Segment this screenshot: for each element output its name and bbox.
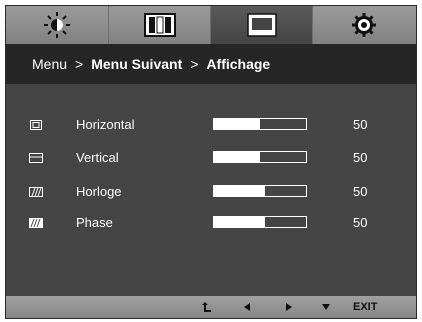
tab-settings[interactable] bbox=[312, 6, 415, 44]
right-arrow-icon[interactable] bbox=[286, 300, 292, 314]
breadcrumb: Menu > Menu Suivant > Affichage bbox=[6, 44, 416, 84]
vertical-slider[interactable] bbox=[213, 151, 307, 163]
settings-gear-icon bbox=[352, 13, 376, 37]
horizontal-slider[interactable] bbox=[213, 118, 307, 130]
footer-bar: EXIT bbox=[6, 296, 416, 318]
breadcrumb-current: Affichage bbox=[206, 56, 271, 72]
setting-row-phase[interactable]: Phase 50 bbox=[6, 211, 416, 235]
setting-row-vertical[interactable]: Vertical 50 bbox=[6, 146, 416, 170]
tab-brightness[interactable] bbox=[6, 6, 108, 44]
left-arrow-icon[interactable] bbox=[244, 300, 250, 314]
settings-panel: Horizontal 50 Vertical 50 Horloge 50 Pha… bbox=[6, 84, 416, 296]
slider-fill bbox=[214, 217, 265, 227]
setting-value: 50 bbox=[353, 215, 368, 230]
brightness-icon bbox=[44, 12, 70, 38]
tab-display[interactable] bbox=[210, 6, 313, 44]
display-icon bbox=[247, 13, 277, 37]
setting-label: Phase bbox=[76, 215, 113, 230]
tab-picture[interactable] bbox=[108, 6, 211, 44]
horloge-slider[interactable] bbox=[213, 185, 307, 197]
setting-label: Vertical bbox=[76, 150, 119, 165]
horizontal-position-icon bbox=[28, 118, 44, 132]
exit-button[interactable]: EXIT bbox=[353, 300, 377, 314]
setting-label: Horizontal bbox=[76, 117, 135, 132]
setting-label: Horloge bbox=[76, 184, 122, 199]
slider-fill bbox=[214, 186, 265, 196]
breadcrumb-submenu: Menu Suivant bbox=[91, 56, 183, 72]
breadcrumb-menu: Menu bbox=[32, 56, 68, 72]
setting-value: 50 bbox=[353, 150, 368, 165]
tab-bar bbox=[6, 6, 416, 44]
vertical-position-icon bbox=[28, 151, 44, 165]
picture-icon bbox=[144, 13, 176, 37]
setting-row-horloge[interactable]: Horloge 50 bbox=[6, 180, 416, 204]
slider-fill bbox=[214, 152, 260, 162]
breadcrumb-separator: > bbox=[190, 56, 199, 72]
down-arrow-icon[interactable] bbox=[322, 300, 330, 314]
phase-icon bbox=[28, 216, 44, 230]
setting-value: 50 bbox=[353, 117, 368, 132]
setting-value: 50 bbox=[353, 184, 368, 199]
setting-row-horizontal[interactable]: Horizontal 50 bbox=[6, 113, 416, 137]
phase-slider[interactable] bbox=[213, 216, 307, 228]
breadcrumb-separator: > bbox=[75, 56, 84, 72]
return-icon[interactable] bbox=[202, 300, 212, 314]
clock-icon bbox=[28, 185, 44, 199]
osd-menu: Menu > Menu Suivant > Affichage Horizont… bbox=[5, 5, 417, 319]
slider-fill bbox=[214, 119, 260, 129]
